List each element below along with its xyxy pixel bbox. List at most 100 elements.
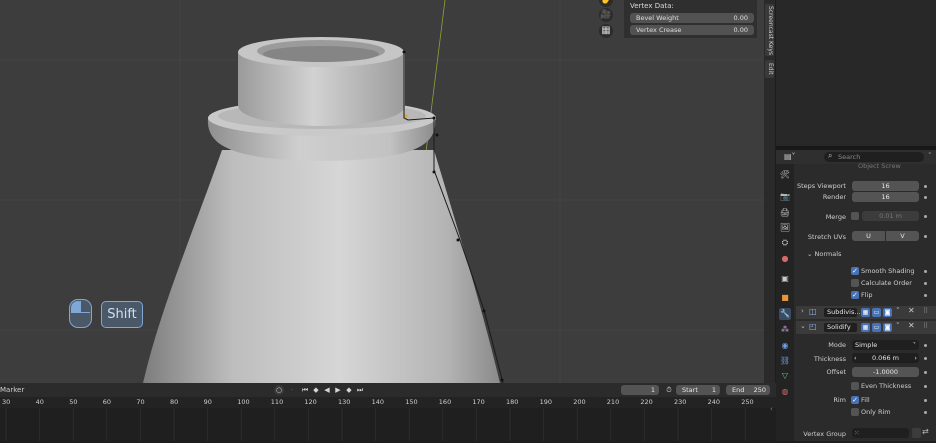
rim-fill-checkbox[interactable]: ✓ <box>851 396 859 404</box>
chevron-down-icon[interactable]: ˅ <box>896 322 900 330</box>
animate-dot[interactable] <box>924 357 927 360</box>
play-reverse-icon[interactable]: ◀ <box>322 385 332 395</box>
jump-start-icon[interactable]: ⏮ <box>300 385 310 395</box>
vertex-group-field[interactable]: ⁙ <box>852 428 909 438</box>
offset-field[interactable]: -1.0000 <box>852 367 919 377</box>
edit-mode-icon[interactable]: ▦ <box>861 323 870 332</box>
only-rim-label: Only Rim <box>861 408 891 416</box>
animate-dot[interactable] <box>924 399 927 402</box>
next-keyframe-icon[interactable]: ◆ <box>344 385 354 395</box>
stretch-v-toggle[interactable]: V <box>886 231 919 241</box>
vertex-crease-field[interactable]: Vertex Crease 0.00 <box>630 25 754 35</box>
animate-dot[interactable] <box>924 196 927 199</box>
animate-dot[interactable] <box>924 371 927 374</box>
animate-dot[interactable] <box>924 385 927 388</box>
jump-end-icon[interactable]: ⏭ <box>355 385 365 395</box>
chevron-down-icon[interactable]: ˅ <box>928 152 932 160</box>
material-tab-icon[interactable]: ◍ <box>779 386 791 398</box>
scene-tab-icon[interactable]: ⛭ <box>779 237 791 249</box>
play-icon[interactable]: ▶ <box>333 385 343 395</box>
editor-type-icon[interactable]: ▤˅ <box>784 152 796 161</box>
animate-dot[interactable] <box>924 270 927 273</box>
object-tab-icon[interactable]: ■ <box>779 292 791 304</box>
close-icon[interactable]: ✕ <box>908 306 915 315</box>
merge-checkbox[interactable] <box>851 212 859 220</box>
invert-toggle[interactable] <box>912 428 921 438</box>
timeline-tick-label: 210 <box>606 398 620 406</box>
view-layer-tab-icon[interactable]: 🖼 <box>779 222 791 234</box>
auto-keying-icon[interactable]: ○ <box>274 385 284 395</box>
render-steps-field[interactable]: 16 <box>852 192 919 202</box>
smooth-shading-checkbox[interactable]: ✓ <box>851 267 859 275</box>
chevron-down-icon[interactable]: ˅ <box>896 307 900 315</box>
3d-viewport[interactable]: ✋ 🎥 ▦ Shift Vertex Data: Bevel Weight 0.… <box>0 0 764 383</box>
animate-dot[interactable] <box>924 282 927 285</box>
sidebar-tabs: Screencast Keys Edit <box>764 0 775 383</box>
chevron-down-icon[interactable]: ⌄ <box>800 322 806 330</box>
end-frame-field[interactable]: End 250 <box>726 385 770 395</box>
subdivision-name-field[interactable]: Subdivis... <box>824 308 861 317</box>
region-toggle-arrow-icon[interactable]: ‹ <box>770 405 773 413</box>
stretch-uvs-label: Stretch UVs <box>807 233 846 241</box>
edit-mode-icon[interactable]: ▦ <box>861 308 870 317</box>
constraints-tab-icon[interactable]: ⛓ <box>779 355 791 367</box>
tool-tab-icon[interactable]: 🛠 <box>779 169 791 181</box>
start-frame-field[interactable]: Start 1 <box>676 385 720 395</box>
current-frame-field[interactable]: 1 <box>621 385 659 395</box>
animate-dot[interactable] <box>924 344 927 347</box>
tab-edit[interactable]: Edit <box>765 60 774 78</box>
data-tab-icon[interactable]: ▽ <box>779 370 791 382</box>
flip-checkbox[interactable]: ✓ <box>851 291 859 299</box>
stretch-u-toggle[interactable]: U <box>852 231 885 241</box>
viewport-display-icon[interactable]: ▭ <box>872 308 881 317</box>
only-rim-checkbox[interactable] <box>851 408 859 416</box>
drag-handle-icon[interactable]: ⠿ <box>923 322 928 330</box>
camera-icon[interactable]: 🎥 <box>599 8 613 22</box>
timeline-tick-label: 150 <box>405 398 418 406</box>
calculate-order-checkbox[interactable] <box>851 279 859 287</box>
steps-viewport-field[interactable]: 16 <box>852 181 919 191</box>
animate-dot[interactable] <box>924 185 927 188</box>
grid-icon[interactable]: ▦ <box>599 24 613 38</box>
chevron-right-icon[interactable]: › <box>801 307 804 315</box>
render-camera-icon[interactable]: ◙ <box>883 323 892 332</box>
stopwatch-icon[interactable]: ⏱ <box>664 385 674 395</box>
world-tab-icon[interactable]: ● <box>779 253 791 265</box>
viewport-display-icon[interactable]: ▭ <box>872 323 881 332</box>
thickness-field[interactable]: ‹ 0.066 m › <box>852 353 919 363</box>
animate-dot[interactable] <box>924 411 927 414</box>
collection-tab-icon[interactable]: ▣ <box>779 273 791 285</box>
render-tab-icon[interactable]: 📷 <box>779 191 791 203</box>
decrement-arrow-icon[interactable]: ‹ <box>854 353 857 363</box>
marker-menu[interactable]: Marker <box>0 386 24 394</box>
timeline-ruler[interactable]: 30 40 50 60 70 80 90 100 110 120 130 140 150 160 170 18… <box>0 397 776 408</box>
subdivision-modifier-header[interactable]: › ◫ Subdivis... ▦ ▭ ◙ ˅ ✕ ⠿ <box>796 306 936 319</box>
bevel-weight-field[interactable]: Bevel Weight 0.00 <box>630 13 754 23</box>
render-steps-label: Render <box>822 193 846 201</box>
timeline-tick-label: 110 <box>270 398 284 406</box>
timeline-grid <box>5 408 746 441</box>
close-icon[interactable]: ✕ <box>908 321 915 330</box>
timeline-body[interactable] <box>0 408 776 441</box>
search-input[interactable]: ⌕ Search <box>824 151 924 162</box>
render-camera-icon[interactable]: ◙ <box>883 308 892 317</box>
mode-dropdown[interactable]: Simple ˅ <box>852 340 919 350</box>
solidify-modifier-header[interactable]: ⌄ ◰ Solidify ▦ ▭ ◙ ˅ ✕ ⠿ <box>796 321 936 334</box>
animate-dot[interactable] <box>924 294 927 297</box>
particles-tab-icon[interactable]: ⁂ <box>779 324 791 336</box>
solidify-name-field[interactable]: Solidify <box>824 323 857 332</box>
modifier-tab-icon[interactable]: 🔧 <box>779 308 791 320</box>
animate-dot[interactable] <box>924 215 927 218</box>
drag-handle-icon[interactable]: ⠿ <box>923 307 928 315</box>
prev-keyframe-icon[interactable]: ◆ <box>311 385 321 395</box>
increment-arrow-icon[interactable]: › <box>914 353 917 363</box>
output-tab-icon[interactable]: 🖨 <box>779 207 791 219</box>
normals-subpanel-header[interactable]: ⌄ Normals <box>807 250 841 258</box>
merge-distance-field[interactable]: 0.01 m <box>862 211 919 221</box>
physics-tab-icon[interactable]: ◉ <box>779 340 791 352</box>
tab-screencast-keys[interactable]: Screencast Keys <box>765 4 774 56</box>
keying-menu-icon[interactable]: · <box>287 385 297 395</box>
invert-arrows-icon[interactable]: ⇄ <box>922 427 929 436</box>
animate-dot[interactable] <box>924 235 927 238</box>
even-thickness-checkbox[interactable] <box>851 382 859 390</box>
